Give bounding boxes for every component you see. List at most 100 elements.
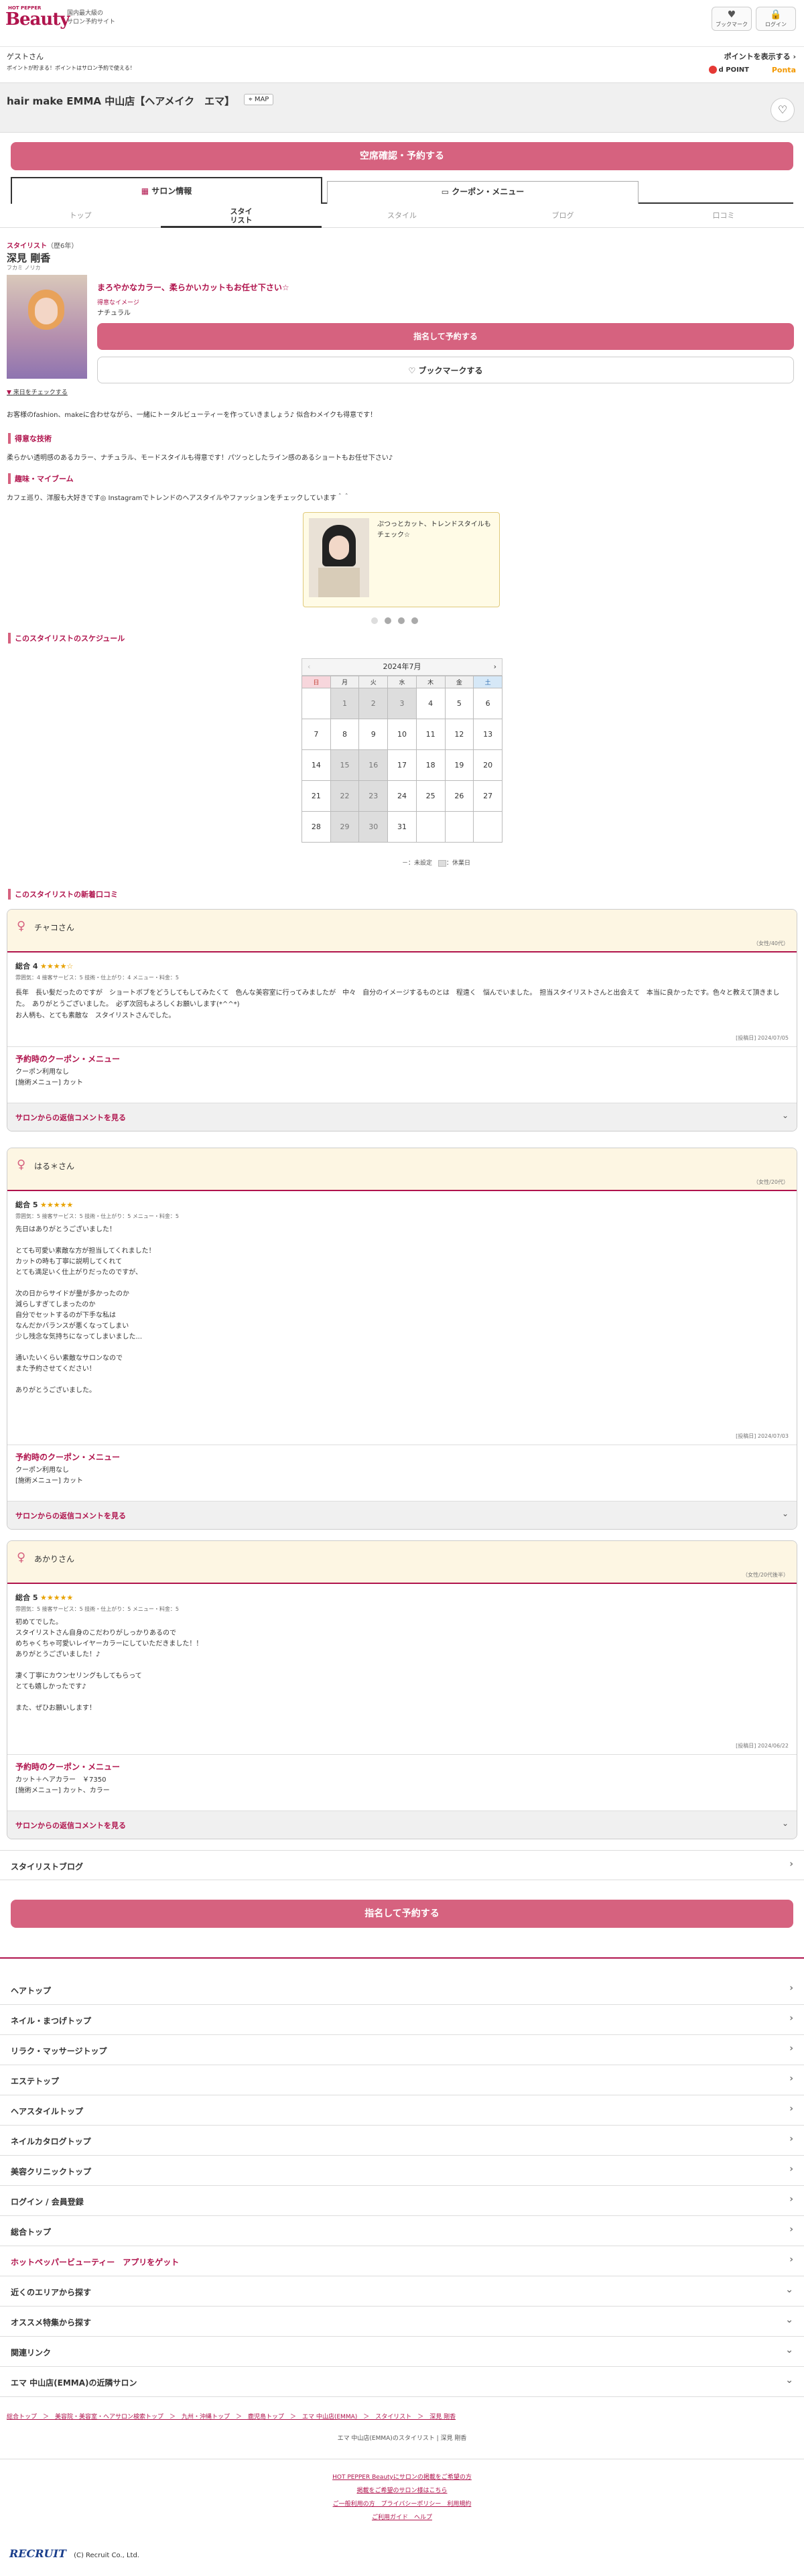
reply-toggle[interactable]: サロンからの返信コメントを見る ⌄: [7, 1103, 797, 1131]
footer-nav-label: ログイン / 会員登録: [11, 2197, 84, 2207]
chevron-down-icon: ⌄: [785, 2345, 793, 2355]
style-card[interactable]: ぷつっとカット、トレンドスタイルもチェック☆: [303, 512, 500, 607]
weekday-header: 木: [415, 676, 446, 688]
subtab-stylist[interactable]: スタイ リスト: [161, 204, 322, 228]
stylist-reserve-button[interactable]: 指名して予約する: [97, 323, 794, 350]
tab-salon-info[interactable]: ▦ サロン情報: [11, 177, 322, 204]
stylist-intro: お客様のfashion、makeに合わせながら、一緒にトータルビューティーを作っ…: [7, 412, 377, 419]
calendar-header: ‹ 2024年7月 ›: [302, 658, 503, 676]
footer-nav-label: ホットペッパービューティー アプリをゲット: [11, 2258, 180, 2267]
carousel-dot[interactable]: [371, 617, 378, 624]
photo-face: [35, 298, 58, 324]
review-header: ♀ あかりさん （女性/20代後半）: [7, 1541, 797, 1584]
footer-nav-label: 関連リンク: [11, 2348, 52, 2357]
reviewer-name: はる＊さん: [34, 1162, 75, 1171]
footer-link[interactable]: ご利用ガイド ヘルプ: [372, 2514, 432, 2521]
calendar-day: 25: [415, 780, 446, 812]
dpoint-text: d POINT: [718, 66, 749, 74]
footer-nav-item[interactable]: ヘアトップ ›: [0, 1975, 804, 2005]
footer-link[interactable]: ご一般利用の方 プライバシーポリシー 利用規約: [333, 2501, 472, 2508]
subtab-reviews[interactable]: 口コミ: [643, 204, 804, 228]
carousel-dot[interactable]: [411, 617, 418, 624]
footer-nav-item[interactable]: ホットペッパービューティー アプリをゲット ›: [0, 2246, 804, 2276]
footer-nav-item[interactable]: オススメ特集から探す ⌄: [0, 2307, 804, 2337]
footer-nav-item[interactable]: ログイン / 会員登録 ›: [0, 2186, 804, 2216]
review-text: 長年 長い髪だったのですが ショートボブをどうしてもしてみたくて 色んな美容室に…: [15, 989, 780, 1020]
subtab-blog[interactable]: ブログ: [482, 204, 643, 228]
bottom-reserve-button[interactable]: 指名して予約する: [11, 1900, 793, 1928]
subtab-top[interactable]: トップ: [0, 204, 161, 228]
footer-nav-item[interactable]: リラク・マッサージトップ ›: [0, 2035, 804, 2065]
footer-nav-item[interactable]: 関連リンク ⌄: [0, 2337, 804, 2367]
style-photo-face: [329, 536, 349, 560]
chevron-right-icon: ›: [789, 2134, 793, 2144]
site-header: HOT PEPPER Beauty 国内最大級の サロン予約サイト ♥ ブックマー…: [0, 0, 804, 47]
footer-nav-item[interactable]: ヘアスタイルトップ ›: [0, 2095, 804, 2126]
salon-bookmark-button[interactable]: ♡: [770, 98, 795, 122]
login-label: ログイン: [765, 21, 787, 27]
skill-title: 得意な技術: [8, 433, 52, 444]
schedule-section: このスタイリストのスケジュール ‹ 2024年7月 › 日月火水木金土 1234…: [0, 630, 804, 878]
bookmark-label: ブックマークする: [418, 366, 483, 375]
bookmark-button[interactable]: ♥ ブックマーク: [712, 7, 752, 31]
calendar-day: [415, 811, 446, 843]
show-points-link[interactable]: ポイントを表示する: [724, 51, 796, 62]
heart-outline-icon: ♡: [408, 366, 419, 375]
footer-nav-item[interactable]: ネイルカタログトップ ›: [0, 2126, 804, 2156]
footer-link[interactable]: HOT PEPPER Beautyにサロンの掲載をご希望の方: [332, 2474, 472, 2481]
calendar-legend: －：未設定 ：休業日: [402, 858, 470, 867]
calendar-day: 15: [330, 749, 360, 781]
reply-toggle[interactable]: サロンからの返信コメントを見る ⌄: [7, 1811, 797, 1839]
sub-tabs: トップ スタイ リスト スタイル ブログ 口コミ: [0, 204, 804, 228]
guest-note: ポイントが貯まる！ポイントはサロン予約で使える！: [7, 65, 135, 71]
chevron-down-icon: ⌄: [781, 1111, 789, 1120]
prev-month-icon[interactable]: ‹: [308, 659, 310, 675]
user-icon: ♀: [17, 1550, 26, 1565]
carousel-dot[interactable]: [385, 617, 391, 624]
footer-nav-item[interactable]: エマ 中山店(EMMA)の近隣サロン ⌄: [0, 2367, 804, 2397]
footer-nav-item[interactable]: 総合トップ ›: [0, 2216, 804, 2246]
calendar-day: 18: [415, 749, 446, 781]
footer-nav-item[interactable]: エステトップ ›: [0, 2065, 804, 2095]
salon-header: hair make EMMA 中山店【ヘアメイク エマ】 ⌖ MAP ♡: [0, 83, 804, 133]
logo-tagline: 国内最大級の サロン予約サイト: [67, 10, 116, 25]
carousel-dot[interactable]: [398, 617, 405, 624]
footer-link[interactable]: 掲載をご希望のサロン様はこちら: [356, 2488, 447, 2494]
footer-nav-label: ヘアトップ: [11, 1986, 52, 1996]
guest-name: ゲストさん: [7, 52, 44, 61]
footer-nav-item[interactable]: 美容クリニックトップ ›: [0, 2156, 804, 2186]
stylist-blog-link[interactable]: スタイリストブログ ›: [0, 1850, 804, 1880]
subtab-style[interactable]: スタイル: [322, 204, 482, 228]
footer-nav-item[interactable]: 近くのエリアから探す ⌄: [0, 2276, 804, 2307]
style-caption: ぷつっとカット、トレンドスタイルもチェック☆: [377, 521, 491, 539]
login-button[interactable]: 🔒 ログイン: [756, 7, 796, 31]
coupon-title: 予約時のクーポン・メニュー: [15, 1762, 121, 1772]
chevron-right-icon: ›: [789, 2103, 793, 2114]
reserve-button[interactable]: 空席確認・予約する: [11, 142, 793, 170]
dpoint-icon: [708, 66, 717, 74]
review-date: [投稿日] 2024/07/03: [736, 1433, 789, 1439]
site-logo[interactable]: HOT PEPPER Beauty 国内最大級の サロン予約サイト: [5, 5, 119, 32]
map-button[interactable]: ⌖ MAP: [244, 94, 274, 105]
history-link[interactable]: ▼ 来日をチェックする: [7, 387, 68, 396]
stylist-bookmark-button[interactable]: ♡ ブックマークする: [97, 357, 794, 383]
history-link-label: 来日をチェックする: [13, 389, 68, 396]
reviewer-name: チャコさん: [34, 923, 74, 932]
footer-nav-label: オススメ特集から探す: [11, 2318, 92, 2327]
breadcrumb[interactable]: 総合トップ ＞ 美容院・美容室・ヘアサロン検索トップ ＞ 九州・沖縄トップ ＞ …: [7, 2412, 797, 2420]
chevron-down-icon: ⌄: [781, 1819, 789, 1828]
carousel-dots: [371, 617, 418, 627]
calendar-day: 11: [415, 719, 446, 750]
reviews-title: このスタイリストの新着口コミ: [8, 889, 118, 900]
footer-nav-item[interactable]: ネイル・まつげトップ ›: [0, 2005, 804, 2035]
footer-nav-label: ヘアスタイルトップ: [11, 2107, 84, 2116]
user-icon: ♀: [17, 1158, 26, 1172]
hobby-title: 趣味・マイブーム: [8, 473, 74, 484]
review-body: 総合 4 ★★★★☆ 雰囲気：4 接客サービス：5 技術・仕上がり：4 メニュー…: [7, 953, 797, 1046]
footer-nav-label: エマ 中山店(EMMA)の近隣サロン: [11, 2378, 137, 2388]
reply-toggle[interactable]: サロンからの返信コメントを見る ⌄: [7, 1501, 797, 1529]
calendar-day: 8: [330, 719, 360, 750]
tab-coupon-menu[interactable]: ▭ クーポン・メニュー: [327, 181, 639, 204]
next-month-icon[interactable]: ›: [494, 659, 496, 675]
calendar-day: 17: [387, 749, 417, 781]
